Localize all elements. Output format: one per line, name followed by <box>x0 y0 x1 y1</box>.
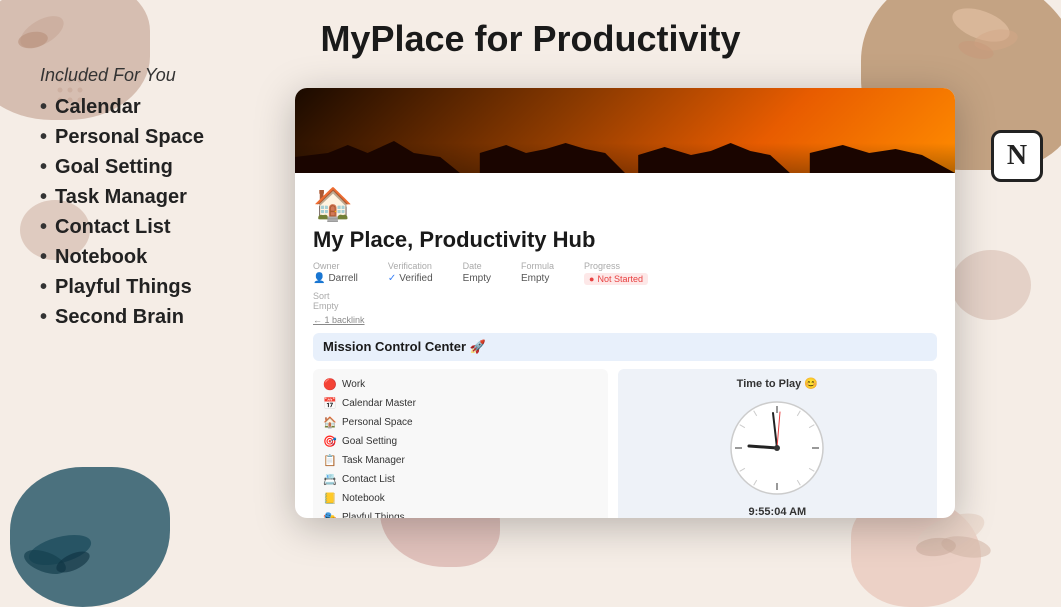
prop-verification: Verification ✓ Verified <box>388 261 433 285</box>
page-title: MyPlace for Productivity <box>0 18 1061 60</box>
check-icon: ✓ <box>388 273 396 284</box>
list-item-notebook: Notebook <box>40 242 204 272</box>
nav-item-notebook-label: Notebook <box>342 493 385 504</box>
prop-verification-value: ✓ Verified <box>388 273 433 284</box>
nav-item-playful-label: Playful Things <box>342 512 405 518</box>
nav-item-contact-list[interactable]: 📇 Contact List <box>319 470 602 489</box>
nav-item-contact-label: Contact List <box>342 474 395 485</box>
list-item-label: Playful Things <box>55 272 192 302</box>
feature-list: Calendar Personal Space Goal Setting Tas… <box>40 92 204 332</box>
nav-item-playful-things[interactable]: 🎭 Playful Things <box>319 508 602 518</box>
notion-icon: N <box>991 130 1043 182</box>
prop-progress: Progress ● Not Started <box>584 261 648 285</box>
nav-item-work[interactable]: 🔴 Work <box>319 375 602 394</box>
two-col-layout: 🔴 Work 📅 Calendar Master 🏠 Personal Spac… <box>313 369 937 518</box>
prop-date: Date Empty <box>463 261 491 285</box>
list-heading: Included For You <box>40 65 204 86</box>
personal-space-icon: 🏠 <box>323 416 337 429</box>
list-item-label: Contact List <box>55 212 171 242</box>
list-item-playful-things: Playful Things <box>40 272 204 302</box>
card-title: My Place, Productivity Hub <box>313 227 937 253</box>
mission-title: Mission Control Center 🚀 <box>323 339 927 355</box>
list-item-contact-list: Contact List <box>40 212 204 242</box>
included-list: Included For You Calendar Personal Space… <box>40 65 204 332</box>
list-item-personal-space: Personal Space <box>40 122 204 152</box>
goal-icon: 🎯 <box>323 435 337 448</box>
analog-clock <box>727 398 827 498</box>
prop-formula: Formula Empty <box>521 261 554 285</box>
clock-header: Time to Play 😊 <box>737 377 818 390</box>
contact-icon: 📇 <box>323 473 337 486</box>
clock-face-svg <box>727 398 827 498</box>
screenshot-card: 🏠 My Place, Productivity Hub Owner 👤 Dar… <box>295 88 955 518</box>
list-item-label: Notebook <box>55 242 147 272</box>
nav-item-personal-label: Personal Space <box>342 417 413 428</box>
bg-shape-mid-right <box>951 250 1031 320</box>
notion-letter: N <box>1007 140 1027 172</box>
prop-owner-value: 👤 Darrell <box>313 273 358 284</box>
avatar-icon: 👤 <box>313 273 325 284</box>
nav-item-personal-space[interactable]: 🏠 Personal Space <box>319 413 602 432</box>
nav-item-notebook[interactable]: 📒 Notebook <box>319 489 602 508</box>
card-emoji: 🏠 <box>313 185 937 223</box>
nav-item-goal-label: Goal Setting <box>342 436 397 447</box>
nav-item-calendar[interactable]: 📅 Calendar Master <box>319 394 602 413</box>
task-icon: 📋 <box>323 454 337 467</box>
list-item-calendar: Calendar <box>40 92 204 122</box>
mission-section: Mission Control Center 🚀 <box>313 333 937 361</box>
leaf-bottom-left-decoration <box>15 512 105 592</box>
work-icon: 🔴 <box>323 378 337 391</box>
list-item-label: Calendar <box>55 92 141 122</box>
nav-list: 🔴 Work 📅 Calendar Master 🏠 Personal Spac… <box>313 369 608 518</box>
list-item-goal-setting: Goal Setting <box>40 152 204 182</box>
backlink-row[interactable]: ← 1 backlink <box>313 315 937 325</box>
prop-formula-value: Empty <box>521 273 554 284</box>
list-item-label: Goal Setting <box>55 152 173 182</box>
list-item-label: Second Brain <box>55 302 184 332</box>
prop-owner: Owner 👤 Darrell <box>313 261 358 285</box>
nav-item-task-manager[interactable]: 📋 Task Manager <box>319 451 602 470</box>
nav-item-goal-setting[interactable]: 🎯 Goal Setting <box>319 432 602 451</box>
nav-item-calendar-label: Calendar Master <box>342 398 416 409</box>
card-content: 🏠 My Place, Productivity Hub Owner 👤 Dar… <box>295 173 955 518</box>
prop-progress-label: Progress <box>584 261 648 271</box>
list-item-label: Task Manager <box>55 182 187 212</box>
properties-row: Owner 👤 Darrell Verification ✓ Verified … <box>313 261 937 285</box>
clock-section: Time to Play 😊 <box>618 369 937 518</box>
clock-time-display: 9:55:04 AM <box>749 506 807 518</box>
prop-verification-label: Verification <box>388 261 433 271</box>
prop-progress-value: ● Not Started <box>584 273 648 285</box>
list-item-second-brain: Second Brain <box>40 302 204 332</box>
sort-row: Sort Empty <box>313 291 937 311</box>
playful-icon: 🎭 <box>323 511 337 518</box>
calendar-icon: 📅 <box>323 397 337 410</box>
list-item-task-manager: Task Manager <box>40 182 204 212</box>
notebook-icon: 📒 <box>323 492 337 505</box>
list-item-label: Personal Space <box>55 122 204 152</box>
prop-owner-label: Owner <box>313 261 358 271</box>
prop-formula-label: Formula <box>521 261 554 271</box>
card-header-image <box>295 88 955 173</box>
nav-item-work-label: Work <box>342 379 365 390</box>
nav-item-task-label: Task Manager <box>342 455 405 466</box>
prop-date-value: Empty <box>463 273 491 284</box>
prop-date-label: Date <box>463 261 491 271</box>
